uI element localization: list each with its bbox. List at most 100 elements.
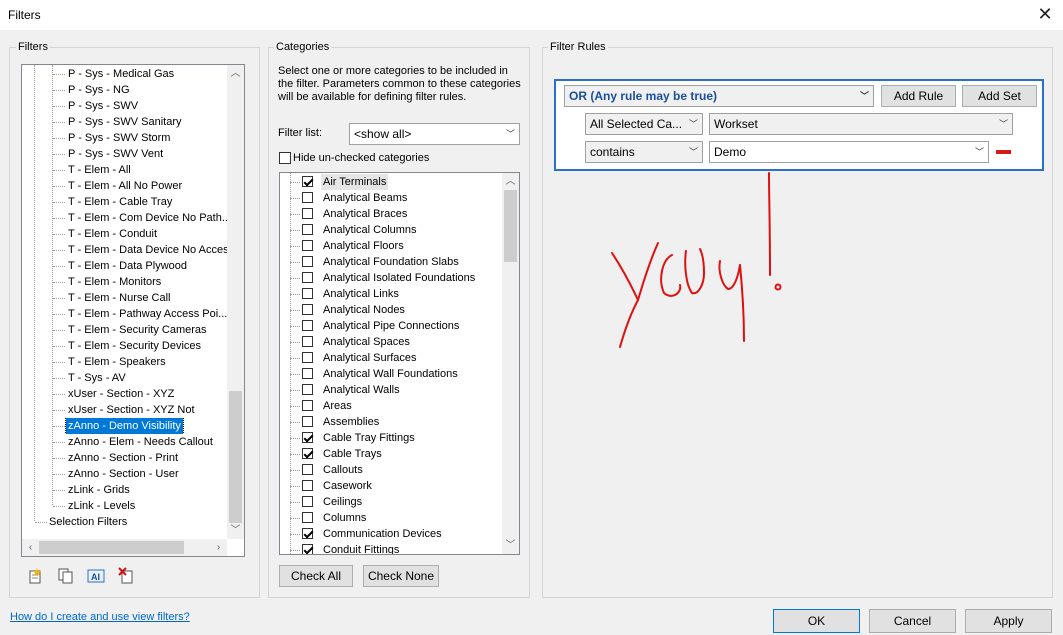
filter-tree-item[interactable]: T - Elem - Security Cameras (22, 322, 227, 338)
close-icon[interactable]: ✕ (1030, 2, 1060, 26)
category-checkbox[interactable] (302, 352, 313, 363)
category-row[interactable]: Casework (280, 478, 502, 494)
filter-tree-item[interactable]: zAnno - Elem - Needs Callout (22, 434, 227, 450)
category-row[interactable]: Assemblies (280, 414, 502, 430)
rule-parameter-dropdown[interactable]: Workset ﹀ (709, 113, 1013, 135)
cancel-button[interactable]: Cancel (869, 609, 956, 633)
scroll-down-icon[interactable]: ﹀ (502, 537, 519, 554)
categories-vscroll[interactable]: ︿ ﹀ (502, 173, 519, 554)
filter-tree-item[interactable]: T - Elem - Conduit (22, 226, 227, 242)
category-row[interactable]: Analytical Isolated Foundations (280, 270, 502, 286)
logic-dropdown[interactable]: OR (Any rule may be true) ﹀ (564, 85, 874, 107)
add-rule-button[interactable]: Add Rule (881, 85, 956, 107)
hscroll-thumb[interactable] (39, 541, 184, 554)
category-row[interactable]: Analytical Links (280, 286, 502, 302)
filter-tree-item[interactable]: xUser - Section - XYZ (22, 386, 227, 402)
category-checkbox[interactable] (302, 496, 313, 507)
filter-tree-item[interactable]: zLink - Grids (22, 482, 227, 498)
category-row[interactable]: Analytical Foundation Slabs (280, 254, 502, 270)
filters-hscroll[interactable]: ‹ › (22, 539, 227, 556)
category-row[interactable]: Analytical Columns (280, 222, 502, 238)
filter-tree-item[interactable]: P - Sys - NG (22, 82, 227, 98)
category-row[interactable]: Areas (280, 398, 502, 414)
category-row[interactable]: Communication Devices (280, 526, 502, 542)
scroll-down-icon[interactable]: ﹀ (227, 522, 244, 539)
filter-tree-item[interactable]: T - Elem - Com Device No Path... (22, 210, 227, 226)
filter-tree-item[interactable]: T - Elem - Monitors (22, 274, 227, 290)
scroll-right-icon[interactable]: › (210, 539, 227, 556)
category-checkbox[interactable] (302, 384, 313, 395)
filter-tree-item[interactable]: zAnno - Section - User (22, 466, 227, 482)
category-row[interactable]: Analytical Walls (280, 382, 502, 398)
category-checkbox[interactable] (302, 336, 313, 347)
category-checkbox[interactable] (302, 464, 313, 475)
category-checkbox[interactable] (302, 512, 313, 523)
category-row[interactable]: Ceilings (280, 494, 502, 510)
category-checkbox[interactable] (302, 288, 313, 299)
category-checkbox[interactable] (302, 208, 313, 219)
remove-rule-icon[interactable] (996, 150, 1011, 154)
scroll-left-icon[interactable]: ‹ (22, 539, 39, 556)
filter-tree-item[interactable]: P - Sys - SWV Sanitary (22, 114, 227, 130)
filter-tree-item[interactable]: T - Sys - AV (22, 370, 227, 386)
filter-list-dropdown[interactable]: <show all> ﹀ (349, 123, 520, 145)
category-checkbox[interactable] (302, 256, 313, 267)
filter-tree-item[interactable]: T - Elem - All (22, 162, 227, 178)
category-checkbox[interactable] (302, 368, 313, 379)
category-checkbox[interactable] (302, 176, 313, 187)
help-link[interactable]: How do I create and use view filters? (10, 611, 190, 623)
filter-tree-item[interactable]: P - Sys - SWV Storm (22, 130, 227, 146)
category-row[interactable]: Columns (280, 510, 502, 526)
category-checkbox[interactable] (302, 304, 313, 315)
category-row[interactable]: Analytical Beams (280, 190, 502, 206)
rename-filter-icon[interactable]: AI (87, 567, 105, 585)
filter-tree-item[interactable]: T - Elem - Security Devices (22, 338, 227, 354)
rule-operator-dropdown[interactable]: contains ﹀ (585, 141, 703, 163)
filter-tree-item[interactable]: zAnno - Demo Visibility (22, 418, 227, 434)
scroll-thumb[interactable] (229, 391, 242, 523)
scroll-thumb[interactable] (504, 190, 517, 262)
scroll-up-icon[interactable]: ︿ (502, 173, 519, 190)
new-filter-icon[interactable] (27, 567, 45, 585)
filter-tree-item[interactable]: zAnno - Section - Print (22, 450, 227, 466)
category-checkbox[interactable] (302, 272, 313, 283)
apply-button[interactable]: Apply (965, 609, 1052, 633)
duplicate-filter-icon[interactable] (57, 567, 75, 585)
rule-value-combobox[interactable]: Demo ﹀ (709, 141, 989, 163)
filter-tree-item[interactable]: zLink - Levels (22, 498, 227, 514)
selection-filters-item[interactable]: Selection Filters (22, 514, 227, 530)
category-row[interactable]: Callouts (280, 462, 502, 478)
scroll-up-icon[interactable]: ︿ (227, 65, 244, 82)
category-checkbox[interactable] (302, 448, 313, 459)
category-checkbox[interactable] (302, 240, 313, 251)
category-checkbox[interactable] (302, 400, 313, 411)
category-row[interactable]: Analytical Wall Foundations (280, 366, 502, 382)
category-row[interactable]: Analytical Nodes (280, 302, 502, 318)
filter-tree-item[interactable]: T - Elem - Nurse Call (22, 290, 227, 306)
filter-tree-item[interactable]: T - Elem - Data Device No Access (22, 242, 227, 258)
filter-tree-item[interactable]: T - Elem - Cable Tray (22, 194, 227, 210)
add-set-button[interactable]: Add Set (962, 85, 1037, 107)
category-row[interactable]: Analytical Surfaces (280, 350, 502, 366)
filter-tree-item[interactable]: T - Elem - All No Power (22, 178, 227, 194)
category-row[interactable]: Air Terminals (280, 174, 502, 190)
filter-tree-item[interactable]: T - Elem - Pathway Access Poi... (22, 306, 227, 322)
filter-tree-item[interactable]: P - Sys - SWV Vent (22, 146, 227, 162)
category-row[interactable]: Cable Tray Fittings (280, 430, 502, 446)
category-checkbox[interactable] (302, 480, 313, 491)
hide-unchecked-checkbox[interactable] (279, 152, 291, 164)
category-row[interactable]: Cable Trays (280, 446, 502, 462)
category-checkbox[interactable] (302, 528, 313, 539)
filter-tree-item[interactable]: P - Sys - Medical Gas (22, 66, 227, 82)
category-row[interactable]: Conduit Fittings (280, 542, 502, 554)
filter-tree-item[interactable]: T - Elem - Speakers (22, 354, 227, 370)
category-checkbox[interactable] (302, 192, 313, 203)
check-none-button[interactable]: Check None (363, 565, 439, 587)
category-checkbox[interactable] (302, 224, 313, 235)
filter-tree-item[interactable]: T - Elem - Data Plywood (22, 258, 227, 274)
categories-list[interactable]: Air Terminals Analytical Beams Analytical … (279, 172, 520, 555)
filters-vscroll[interactable]: ︿ ﹀ (227, 65, 244, 539)
category-row[interactable]: Analytical Spaces (280, 334, 502, 350)
ok-button[interactable]: OK (773, 609, 860, 633)
category-row[interactable]: Analytical Floors (280, 238, 502, 254)
